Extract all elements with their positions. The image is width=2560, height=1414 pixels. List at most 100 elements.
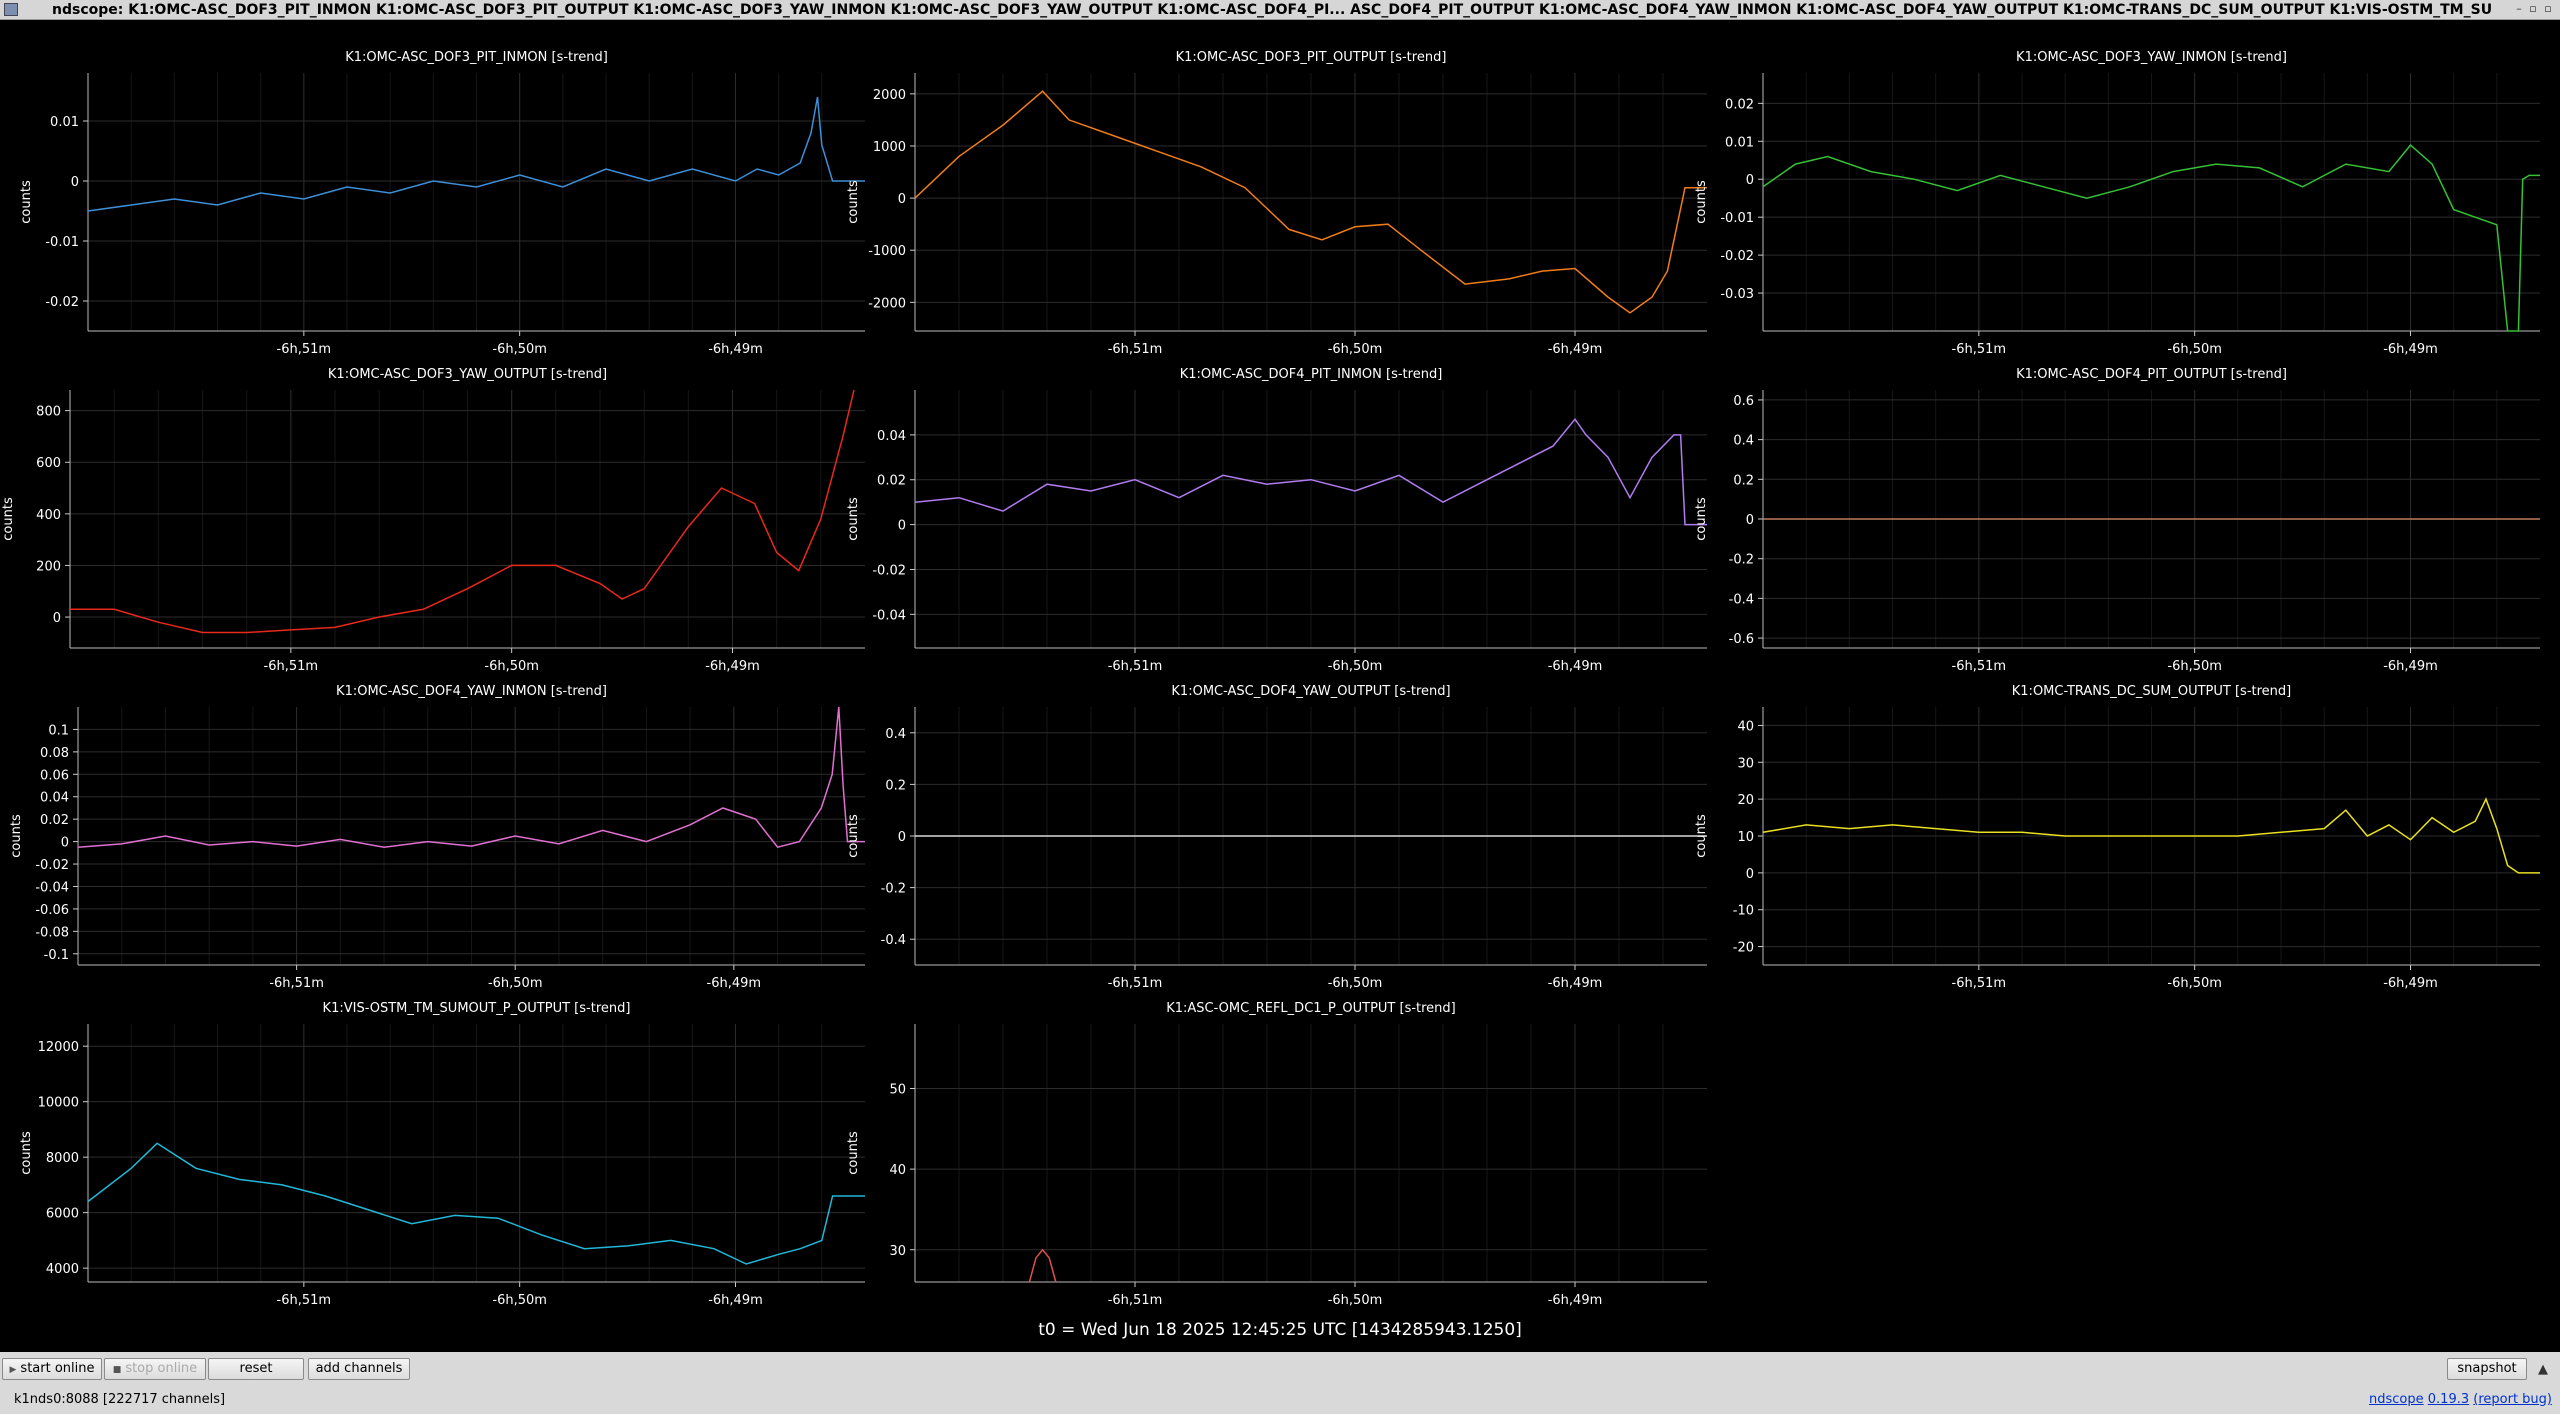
y-tick-label: -1000 — [868, 244, 906, 259]
y-axis-label: counts — [846, 497, 861, 541]
x-tick-label: -6h,50m — [492, 342, 547, 357]
y-tick-label: 0.02 — [40, 813, 69, 828]
y-tick-label: 2000 — [873, 88, 906, 103]
y-tick-label: -0.03 — [1720, 287, 1754, 302]
app-info: ndscope 0.19.3 (report bug) — [2369, 1392, 2552, 1407]
y-tick-label: 0.01 — [1725, 135, 1754, 150]
x-tick-label: -6h,51m — [1108, 659, 1163, 674]
y-tick-label: 40 — [889, 1163, 906, 1178]
x-tick-label: -6h,50m — [1328, 342, 1383, 357]
y-tick-label: 0.6 — [1733, 394, 1754, 409]
series-line — [70, 389, 855, 634]
x-tick-label: -6h,50m — [2167, 976, 2222, 991]
maximize-icon[interactable]: ▫ — [2526, 2, 2540, 16]
y-tick-label: 40 — [1737, 719, 1754, 734]
x-tick-label: -6h,51m — [1952, 976, 2007, 991]
x-tick-label: -6h,49m — [2383, 342, 2438, 357]
y-tick-label: -0.04 — [872, 608, 906, 623]
x-tick-label: -6h,49m — [2383, 659, 2438, 674]
plot-title: K1:ASC-OMC_REFL_DC1_P_OUTPUT [s-trend] — [1166, 1001, 1456, 1016]
plot-title: K1:OMC-ASC_DOF3_PIT_INMON [s-trend] — [345, 50, 608, 65]
y-tick-label: 600 — [36, 456, 61, 471]
y-axis-label: counts — [19, 1131, 34, 1175]
plot-title: K1:OMC-ASC_DOF3_PIT_OUTPUT [s-trend] — [1176, 50, 1447, 65]
y-tick-label: 8000 — [46, 1151, 79, 1166]
stop-online-button[interactable]: ■ stop online — [104, 1358, 206, 1380]
server-status: k1nds0:8088 [222717 channels] — [14, 1392, 226, 1407]
reset-button[interactable]: reset — [208, 1358, 304, 1380]
y-tick-label: -0.2 — [881, 882, 906, 897]
y-tick-label: 0 — [1746, 173, 1754, 188]
y-axis-label: counts — [846, 180, 861, 224]
x-tick-label: -6h,50m — [484, 659, 539, 674]
y-tick-label: 0.4 — [1733, 434, 1754, 449]
close-icon[interactable]: ▫ — [2541, 2, 2555, 16]
y-tick-label: 10 — [1737, 830, 1754, 845]
x-tick-label: -6h,50m — [488, 976, 543, 991]
add-channels-button[interactable]: add channels — [308, 1358, 410, 1380]
x-tick-label: -6h,49m — [1548, 976, 1603, 991]
y-tick-label: 0.06 — [40, 768, 69, 783]
y-axis-label: counts — [1694, 180, 1709, 224]
t0-label: t0 = Wed Jun 18 2025 12:45:25 UTC [14342… — [1038, 1320, 1522, 1340]
window-titlebar[interactable]: ndscope: K1:OMC-ASC_DOF3_PIT_INMON K1:OM… — [0, 0, 2560, 20]
x-tick-label: -6h,50m — [492, 1293, 547, 1308]
y-tick-label: 12000 — [38, 1040, 79, 1055]
snapshot-button[interactable]: snapshot — [2447, 1358, 2527, 1380]
x-tick-label: -6h,50m — [1328, 1293, 1383, 1308]
x-tick-label: -6h,50m — [2167, 342, 2222, 357]
y-tick-label: -20 — [1733, 941, 1754, 956]
y-tick-label: -2000 — [868, 296, 906, 311]
plot-grid[interactable]: K1:OMC-ASC_DOF3_PIT_INMON [s-trend] 0.01 0… — [0, 20, 2560, 1315]
x-tick-label: -6h,49m — [1548, 659, 1603, 674]
y-tick-label: -0.01 — [1720, 211, 1754, 226]
plot-title: K1:OMC-ASC_DOF3_YAW_INMON [s-trend] — [2016, 50, 2287, 65]
y-tick-label: -10 — [1733, 904, 1754, 919]
series-line — [1028, 1248, 1057, 1283]
y-tick-label: -0.02 — [1720, 249, 1754, 264]
x-tick-label: -6h,49m — [2383, 976, 2438, 991]
y-axis-label: counts — [1694, 497, 1709, 541]
x-tick-label: -6h,49m — [707, 976, 762, 991]
x-tick-label: -6h,49m — [708, 342, 763, 357]
window-menu-icon[interactable] — [4, 3, 18, 16]
x-tick-label: -6h,50m — [2167, 659, 2222, 674]
y-tick-label: -0.1 — [44, 948, 69, 963]
y-tick-label: 1000 — [873, 140, 906, 155]
y-tick-label: 0 — [898, 830, 906, 845]
version-link[interactable]: 0.19.3 — [2428, 1392, 2469, 1407]
minimize-icon[interactable]: – — [2512, 2, 2526, 16]
x-tick-label: -6h,49m — [705, 659, 760, 674]
report-bug-link[interactable]: (report bug) — [2473, 1392, 2552, 1407]
y-tick-label: 0 — [1746, 867, 1754, 882]
x-tick-label: -6h,50m — [1328, 659, 1383, 674]
y-tick-label: 0.01 — [50, 115, 79, 130]
x-tick-label: -6h,51m — [1108, 342, 1163, 357]
y-tick-label: 30 — [1737, 756, 1754, 771]
plot-title: K1:VIS-OSTM_TM_SUMOUT_P_OUTPUT [s-trend] — [323, 1001, 631, 1016]
x-tick-label: -6h,51m — [1108, 1293, 1163, 1308]
collapse-icon[interactable]: ▲ — [2538, 1362, 2548, 1377]
y-tick-label: 800 — [36, 405, 61, 420]
y-tick-label: -0.2 — [1729, 553, 1754, 568]
x-tick-label: -6h,51m — [264, 659, 319, 674]
y-tick-label: 0.2 — [885, 778, 906, 793]
plot-title: K1:OMC-ASC_DOF3_YAW_OUTPUT [s-trend] — [328, 367, 607, 382]
y-tick-label: 6000 — [46, 1207, 79, 1222]
x-tick-label: -6h,51m — [269, 976, 324, 991]
y-tick-label: 0.02 — [1725, 97, 1754, 112]
y-tick-label: 0.1 — [48, 723, 69, 738]
y-tick-label: 20 — [1737, 793, 1754, 808]
app-name-link[interactable]: ndscope — [2369, 1392, 2424, 1407]
y-tick-label: 0 — [898, 519, 906, 534]
y-tick-label: 0 — [1746, 513, 1754, 528]
x-tick-label: -6h,50m — [1328, 976, 1383, 991]
x-tick-label: -6h,49m — [1548, 342, 1603, 357]
start-online-button[interactable]: ▶ start online — [2, 1358, 102, 1380]
y-tick-label: 0 — [71, 175, 79, 190]
y-tick-label: -0.08 — [35, 925, 69, 940]
y-tick-label: -0.6 — [1729, 632, 1754, 647]
y-tick-label: 0.4 — [885, 727, 906, 742]
plot-title: K1:OMC-ASC_DOF4_YAW_OUTPUT [s-trend] — [1171, 684, 1450, 699]
play-icon: ▶ — [9, 1365, 17, 1375]
